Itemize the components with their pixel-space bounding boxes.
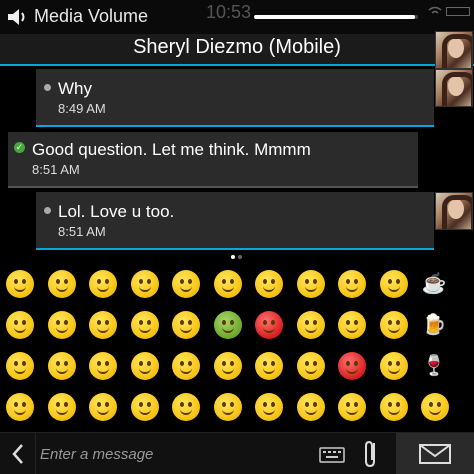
angry-icon[interactable] (255, 311, 283, 339)
wifi-icon (428, 6, 442, 14)
message-text: Why (58, 79, 92, 98)
kiss-icon[interactable] (89, 393, 117, 421)
volume-status-bar: Media Volume 10:53 (0, 0, 474, 34)
page-dot (231, 255, 235, 259)
unamused-icon[interactable] (130, 393, 159, 421)
message-time: 8:51 AM (58, 224, 106, 239)
volume-slider[interactable] (254, 15, 418, 19)
envelope-icon (419, 444, 451, 464)
neutral-icon[interactable] (130, 270, 159, 298)
cool-icon[interactable] (379, 270, 408, 298)
paperclip-icon[interactable] (360, 437, 384, 471)
clock: 10:53 (206, 2, 252, 22)
eyebrow-raise-icon[interactable] (130, 352, 159, 380)
surprised-icon[interactable] (89, 311, 117, 339)
angel-icon[interactable] (338, 311, 366, 339)
wine-icon[interactable]: 🍷 (421, 352, 447, 380)
message-input[interactable] (40, 441, 310, 467)
contact-avatar[interactable] (435, 69, 473, 107)
keyboard-icon[interactable] (318, 445, 346, 465)
laughing-tears-icon[interactable] (6, 393, 34, 421)
tongue-icon[interactable] (379, 311, 408, 339)
smile-icon[interactable] (6, 270, 34, 298)
sweat-icon[interactable] (255, 393, 283, 421)
confused-icon[interactable] (296, 270, 325, 298)
contact-avatar[interactable] (435, 192, 473, 230)
wink-icon[interactable] (89, 270, 117, 298)
black-eye-icon[interactable] (213, 352, 242, 380)
nerd-icon[interactable] (379, 393, 408, 421)
coffee-icon[interactable]: ☕ (421, 270, 447, 298)
conversation-header: Sheryl Diezmo (Mobile) (0, 34, 474, 66)
crying-icon[interactable] (255, 270, 283, 298)
message-bubble-outgoing[interactable]: ✓ Good question. Let me think. Mmmm 8:51… (8, 132, 418, 188)
chevron-left-icon (11, 444, 23, 464)
emoji-page-indicator (231, 255, 245, 259)
message-bubble-incoming[interactable]: Why 8:49 AM (36, 69, 434, 127)
thinking-icon[interactable] (296, 352, 325, 380)
hand-on-chin-icon[interactable] (172, 311, 200, 339)
yawn-icon[interactable] (296, 393, 325, 421)
volume-label: Media Volume (34, 6, 149, 26)
send-button[interactable] (396, 433, 474, 474)
frown-icon[interactable] (213, 270, 242, 298)
emoji-picker: ☕ 🍺 🍷 (0, 262, 474, 430)
big-grin-icon[interactable] (6, 352, 34, 380)
blush-icon[interactable] (255, 352, 283, 380)
rolling-eyes-icon[interactable] (172, 352, 200, 380)
page-dot (238, 255, 242, 259)
eyes-icon[interactable] (421, 393, 449, 421)
message-bubble-incoming[interactable]: Lol. Love u too. 8:51 AM (36, 192, 434, 250)
party-icon[interactable] (47, 393, 76, 421)
speaker-icon (8, 9, 25, 25)
message-text: Lol. Love u too. (58, 202, 175, 221)
dizzy-icon[interactable] (338, 270, 366, 298)
smirk-icon[interactable] (172, 270, 200, 298)
back-button[interactable] (0, 433, 36, 474)
message-time: 8:51 AM (32, 162, 80, 177)
shy-icon[interactable] (130, 311, 159, 339)
laughing-icon[interactable] (47, 270, 76, 298)
devil-icon[interactable] (338, 352, 366, 380)
hug-icon[interactable] (47, 311, 76, 339)
message-status-dot (44, 84, 51, 91)
contact-name: Sheryl Diezmo (Mobile) (133, 36, 341, 58)
scream-icon[interactable] (338, 393, 366, 421)
message-status-dot (44, 207, 51, 214)
volume-slider-fill (254, 15, 415, 19)
kiss-heart-icon[interactable] (89, 352, 117, 380)
beer-icon[interactable]: 🍺 (421, 311, 447, 339)
worried-icon[interactable] (213, 393, 242, 421)
shocked-icon[interactable] (296, 311, 325, 339)
contact-avatar[interactable] (435, 31, 473, 69)
battery-icon (446, 7, 470, 16)
messenger-screen: Media Volume 10:53 Sheryl Diezmo (Mobile… (0, 0, 474, 474)
tongue-wink-icon[interactable] (379, 352, 408, 380)
compose-bar (0, 432, 474, 474)
tears-of-joy-icon[interactable] (47, 352, 76, 380)
grin-icon[interactable] (6, 311, 34, 339)
facepalm-icon[interactable] (172, 393, 200, 421)
delivered-check-icon: ✓ (14, 142, 25, 153)
sick-icon[interactable] (213, 311, 242, 339)
message-time: 8:49 AM (58, 101, 106, 116)
message-text: Good question. Let me think. Mmmm (32, 140, 311, 159)
